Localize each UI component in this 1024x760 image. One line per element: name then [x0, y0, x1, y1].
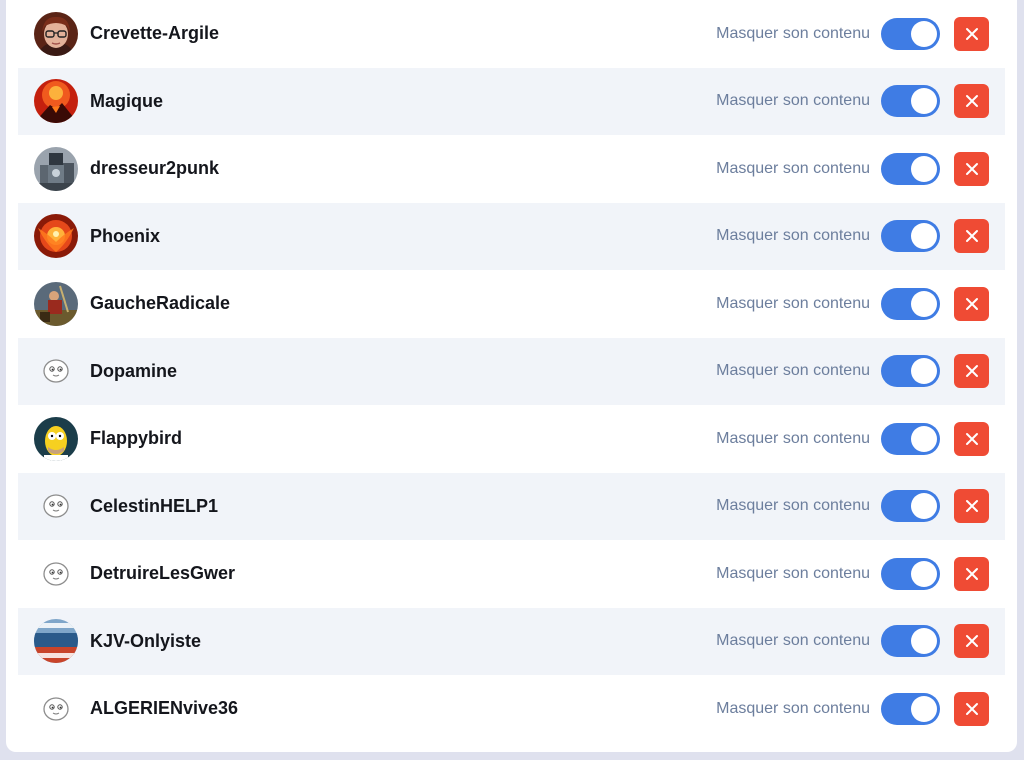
toggle-knob: [911, 155, 937, 182]
toggle-knob: [911, 20, 937, 47]
unblock-button[interactable]: [954, 16, 989, 51]
hide-content-label: Masquer son contenu: [716, 92, 870, 110]
unblock-button[interactable]: [954, 624, 989, 659]
toggle-knob: [911, 425, 937, 452]
close-icon: [965, 635, 978, 648]
toggle-knob: [911, 695, 937, 722]
blocked-user-row-11: ALGERIENvive36 Masquer son contenu: [18, 675, 1005, 743]
username[interactable]: Phoenix: [90, 226, 716, 247]
blocked-users-panel: Crevette-Argile Masquer son contenu Magi…: [6, 0, 1017, 752]
close-icon: [965, 27, 978, 40]
username[interactable]: Crevette-Argile: [90, 23, 716, 44]
hide-content-label: Masquer son contenu: [716, 362, 870, 380]
blocked-users-list: Crevette-Argile Masquer son contenu Magi…: [18, 0, 1005, 743]
avatar[interactable]: [34, 416, 78, 461]
username[interactable]: ALGERIENvive36: [90, 698, 716, 719]
blocked-user-row-7: Flappybird Masquer son contenu: [18, 405, 1005, 473]
default-avatar-icon[interactable]: [34, 484, 78, 528]
hide-content-label: Masquer son contenu: [716, 227, 870, 245]
hide-content-label: Masquer son contenu: [716, 564, 870, 582]
close-icon: [965, 95, 978, 108]
close-icon: [965, 500, 978, 513]
toggle-knob: [911, 223, 937, 250]
toggle-knob: [911, 290, 937, 317]
unblock-button[interactable]: [954, 151, 989, 186]
username[interactable]: Magique: [90, 91, 716, 112]
default-avatar-icon[interactable]: [34, 552, 78, 596]
unblock-button[interactable]: [954, 691, 989, 726]
hide-content-label: Masquer son contenu: [716, 699, 870, 717]
hide-content-toggle[interactable]: [881, 422, 940, 455]
toggle-knob: [911, 88, 937, 115]
unblock-button[interactable]: [954, 219, 989, 254]
hide-content-toggle[interactable]: [881, 152, 940, 185]
blocked-user-row-5: GaucheRadicale Masquer son contenu: [18, 270, 1005, 338]
blocked-user-row-1: Crevette-Argile Masquer son contenu: [18, 0, 1005, 68]
hide-content-label: Masquer son contenu: [716, 294, 870, 312]
hide-content-toggle[interactable]: [881, 625, 940, 658]
blocked-user-row-9: DetruireLesGwer Masquer son contenu: [18, 540, 1005, 608]
username[interactable]: KJV-Onlyiste: [90, 631, 716, 652]
toggle-knob: [911, 358, 937, 385]
hide-content-toggle[interactable]: [881, 287, 940, 320]
hide-content-label: Masquer son contenu: [716, 497, 870, 515]
unblock-button[interactable]: [954, 354, 989, 389]
close-icon: [965, 230, 978, 243]
close-icon: [965, 297, 978, 310]
blocked-user-row-2: Magique Masquer son contenu: [18, 67, 1005, 135]
hide-content-toggle[interactable]: [881, 557, 940, 590]
unblock-button[interactable]: [954, 489, 989, 524]
unblock-button[interactable]: [954, 286, 989, 321]
toggle-knob: [911, 493, 937, 520]
username[interactable]: Flappybird: [90, 428, 716, 449]
avatar[interactable]: [34, 214, 78, 259]
close-icon: [965, 702, 978, 715]
blocked-user-row-10: KJV-Onlyiste Masquer son contenu: [18, 607, 1005, 675]
toggle-knob: [911, 560, 937, 587]
avatar[interactable]: [34, 79, 78, 124]
avatar[interactable]: [34, 619, 78, 664]
hide-content-label: Masquer son contenu: [716, 632, 870, 650]
hide-content-toggle[interactable]: [881, 220, 940, 253]
unblock-button[interactable]: [954, 421, 989, 456]
default-avatar-icon[interactable]: [34, 349, 78, 393]
default-avatar-icon[interactable]: [34, 687, 78, 731]
hide-content-toggle[interactable]: [881, 490, 940, 523]
close-icon: [965, 432, 978, 445]
username[interactable]: CelestinHELP1: [90, 496, 716, 517]
hide-content-label: Masquer son contenu: [716, 159, 870, 177]
blocked-user-row-4: Phoenix Masquer son contenu: [18, 202, 1005, 270]
hide-content-label: Masquer son contenu: [716, 24, 870, 42]
avatar[interactable]: [34, 146, 78, 191]
blocked-user-row-6: Dopamine Masquer son contenu: [18, 337, 1005, 405]
hide-content-toggle[interactable]: [881, 355, 940, 388]
username[interactable]: DetruireLesGwer: [90, 563, 716, 584]
hide-content-label: Masquer son contenu: [716, 429, 870, 447]
username[interactable]: GaucheRadicale: [90, 293, 716, 314]
avatar[interactable]: [34, 281, 78, 326]
hide-content-toggle[interactable]: [881, 17, 940, 50]
unblock-button[interactable]: [954, 556, 989, 591]
hide-content-toggle[interactable]: [881, 692, 940, 725]
blocked-user-row-8: CelestinHELP1 Masquer son contenu: [18, 472, 1005, 540]
close-icon: [965, 162, 978, 175]
username[interactable]: Dopamine: [90, 361, 716, 382]
close-icon: [965, 365, 978, 378]
avatar[interactable]: [34, 11, 78, 56]
unblock-button[interactable]: [954, 84, 989, 119]
close-icon: [965, 567, 978, 580]
username[interactable]: dresseur2punk: [90, 158, 716, 179]
blocked-user-row-3: dresseur2punk Masquer son contenu: [18, 135, 1005, 203]
hide-content-toggle[interactable]: [881, 85, 940, 118]
toggle-knob: [911, 628, 937, 655]
